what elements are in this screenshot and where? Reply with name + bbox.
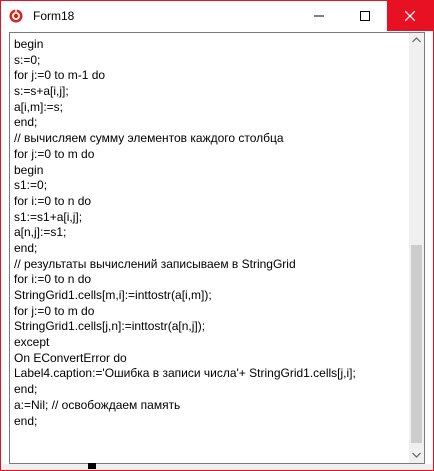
form18-window: Form18 begin s:=0; for j:=0 to m-1 do s:=s+… — [0, 0, 434, 471]
chevron-down-icon — [412, 452, 421, 458]
code-line: // результаты вычислений записываем в St… — [14, 256, 296, 271]
code-line: except — [14, 335, 50, 350]
scroll-down-button[interactable] — [409, 448, 424, 463]
background-fragment — [88, 463, 96, 469]
code-line: s:=0; — [14, 52, 41, 67]
maximize-button[interactable] — [342, 1, 388, 31]
code-line: end; — [14, 115, 38, 130]
code-line: end; — [14, 240, 38, 255]
code-line: a[i,m]:=s; — [14, 99, 64, 114]
code-line: StringGrid1.cells[j,n]:=inttostr(a[n,j])… — [14, 319, 206, 334]
maximize-icon — [360, 11, 370, 21]
code-line: StringGrid1.cells[m,i]:=inttostr(a[i,m])… — [14, 288, 212, 302]
close-button[interactable] — [387, 1, 433, 31]
code-line: // вычисляем сумму элементов каждого сто… — [14, 131, 284, 146]
code-memo[interactable]: begin s:=0; for j:=0 to m-1 do s:=s+a[i,j];… — [9, 32, 425, 464]
code-line: for j:=0 to m-1 do — [14, 68, 106, 83]
code-line: s1:=s1+a[i,j]; — [14, 209, 83, 224]
scroll-up-button[interactable] — [409, 33, 424, 48]
code-line: a[n,j]:=s1; — [14, 225, 67, 240]
title-bar[interactable]: Form18 — [1, 1, 433, 31]
code-line: end; — [14, 382, 38, 397]
chevron-up-icon — [412, 37, 421, 43]
code-line: s:=s+a[i,j]; — [14, 84, 69, 99]
code-line: Label4.caption:='Ошибка в записи числа'+… — [14, 366, 356, 381]
code-line: end; — [14, 413, 38, 428]
form-client-area: begin s:=0; for j:=0 to m-1 do s:=s+a[i,j];… — [9, 32, 425, 464]
code-line: begin — [14, 37, 44, 51]
code-line: begin — [14, 162, 44, 177]
close-icon — [405, 11, 415, 21]
code-line: for j:=0 to m do — [14, 146, 95, 161]
code-line: On EConvertError do — [14, 350, 127, 365]
memo-text-area[interactable]: begin s:=0; for j:=0 to m-1 do s:=s+a[i,j];… — [14, 37, 406, 461]
code-line: for i:=0 to n do — [14, 193, 92, 208]
vertical-scrollbar[interactable] — [409, 33, 424, 463]
window-title: Form18 — [33, 9, 75, 23]
code-line: for i:=0 to n do — [14, 272, 92, 287]
code-line: s1:=0; — [14, 178, 48, 193]
minimize-button[interactable] — [296, 1, 342, 31]
minimize-icon — [314, 15, 324, 17]
code-line: for j:=0 to m do — [14, 303, 95, 318]
code-line: a:=Nil; // освобождаем память — [14, 397, 181, 412]
scrollbar-thumb[interactable] — [411, 245, 422, 443]
delphi-app-icon[interactable] — [9, 9, 23, 23]
window-bottom-border — [1, 464, 433, 470]
